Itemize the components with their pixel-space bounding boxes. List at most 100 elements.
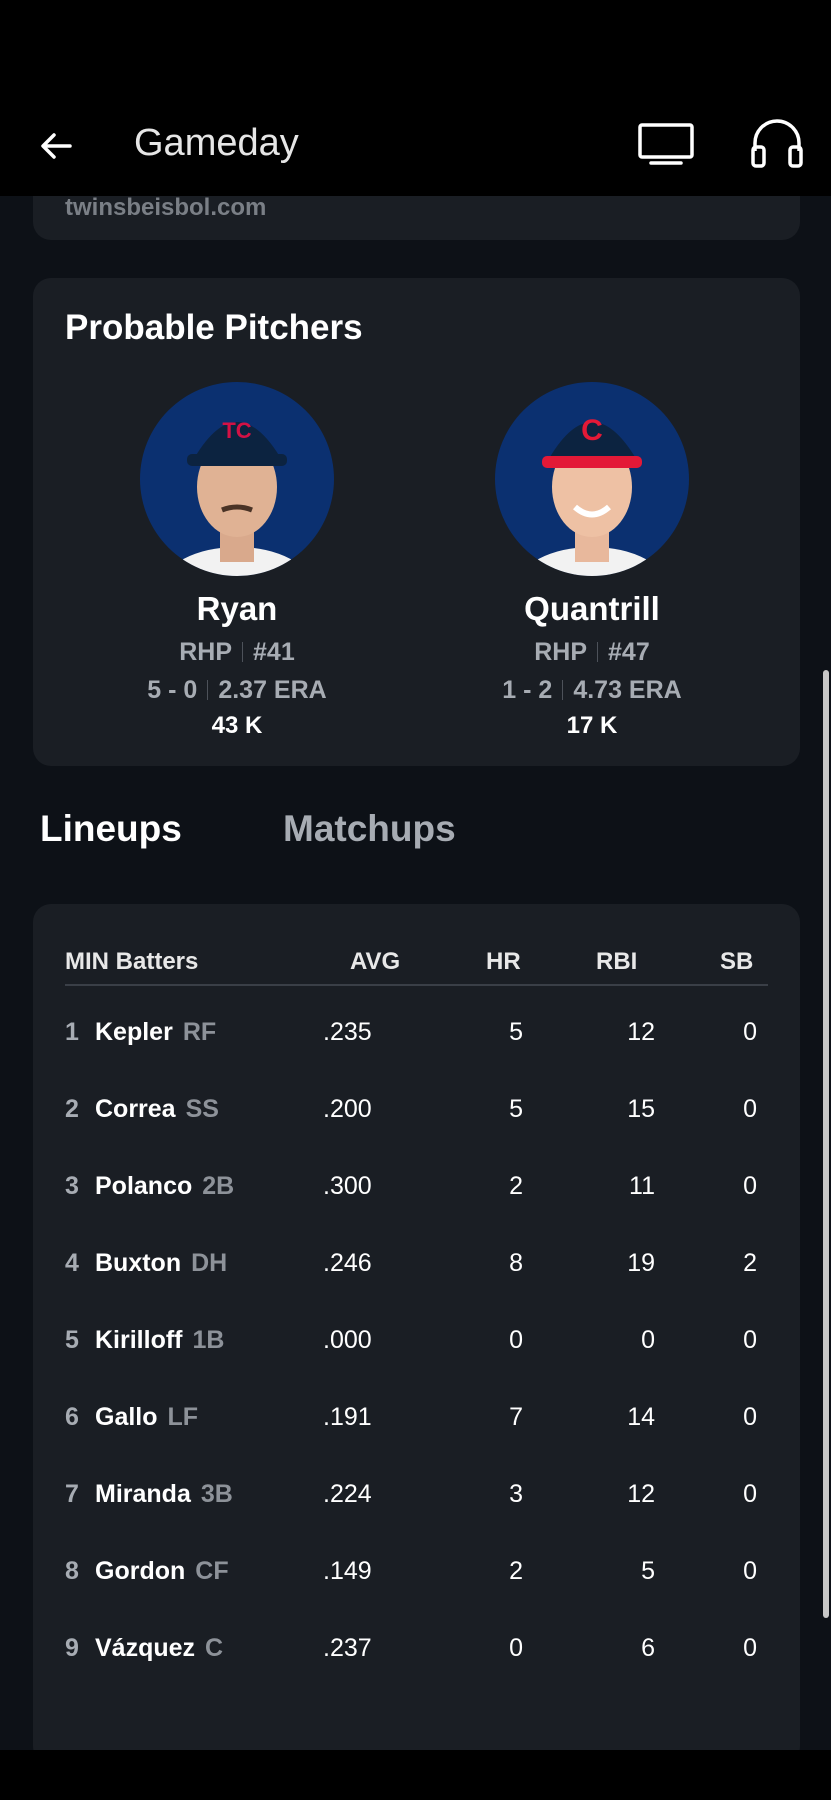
pitcher-away[interactable]: C Quantrill RHP #47 1 - 2 4.73 ERA 17 K [442, 382, 742, 740]
lineup-row[interactable]: 7 Miranda 3B .224 3 12 0 [65, 1458, 768, 1535]
batting-order: 6 [65, 1403, 79, 1431]
batter-rbi: 14 [627, 1403, 655, 1431]
batter-avg: .235 [323, 1018, 372, 1046]
batting-order: 7 [65, 1480, 79, 1508]
website-link[interactable]: twinsbeisbol.com [65, 196, 266, 222]
batter-name-wrap: Buxton DH [95, 1249, 227, 1278]
batter-position: 1B [192, 1326, 225, 1354]
app-bar: Gameday [0, 100, 831, 196]
header-hr[interactable]: HR [486, 948, 521, 976]
batter-name: Gordon [95, 1557, 186, 1585]
lineup-row[interactable]: 5 Kirilloff 1B .000 0 0 0 [65, 1304, 768, 1381]
batter-rbi: 12 [627, 1480, 655, 1508]
pitcher-number: #41 [253, 638, 295, 666]
batter-sb: 0 [743, 1095, 757, 1123]
batter-name: Kepler [95, 1018, 173, 1046]
scrollbar[interactable] [823, 670, 829, 1618]
lineup-row[interactable]: 8 Gordon CF .149 2 5 0 [65, 1535, 768, 1612]
pitcher-name: Quantrill [524, 590, 660, 627]
batter-avg: .149 [323, 1557, 372, 1585]
lineup-row[interactable]: 1 Kepler RF .235 5 12 0 [65, 996, 768, 1073]
batter-name-wrap: Miranda 3B [95, 1480, 233, 1509]
batter-hr: 5 [509, 1095, 523, 1123]
batting-order: 5 [65, 1326, 79, 1354]
batter-name-wrap: Kirilloff 1B [95, 1326, 224, 1355]
batter-avg: .300 [323, 1172, 372, 1200]
back-button[interactable] [30, 120, 82, 172]
lineup-row[interactable]: 2 Correa SS .200 5 15 0 [65, 1073, 768, 1150]
lineup-row[interactable]: 4 Buxton DH .246 8 19 2 [65, 1227, 768, 1304]
lineup-row[interactable]: 9 Vázquez C .237 0 6 0 [65, 1612, 768, 1689]
batting-order: 9 [65, 1634, 79, 1662]
batter-name-wrap: Vázquez C [95, 1634, 223, 1663]
divider [242, 642, 244, 662]
batter-sb: 0 [743, 1172, 757, 1200]
system-nav-bar [0, 1750, 831, 1800]
pitcher-record-line: 1 - 2 4.73 ERA [442, 676, 742, 704]
status-bar [0, 0, 831, 100]
batter-hr: 3 [509, 1480, 523, 1508]
batter-avg: .200 [323, 1095, 372, 1123]
batter-name: Polanco [95, 1172, 193, 1200]
pitcher-record: 5 - 0 [147, 676, 198, 704]
batter-rbi: 0 [641, 1326, 655, 1354]
lineup-row[interactable]: 6 Gallo LF .191 7 14 0 [65, 1381, 768, 1458]
batter-name-wrap: Correa SS [95, 1095, 219, 1124]
batter-name-wrap: Kepler RF [95, 1018, 216, 1047]
lineup-table-header: MIN Batters AVG HR RBI SB [65, 936, 768, 986]
batter-name: Gallo [95, 1403, 158, 1431]
batter-position: C [205, 1634, 224, 1662]
pitcher-strikeouts: 43 K [211, 712, 263, 739]
divider [597, 642, 599, 662]
tv-button[interactable] [632, 114, 700, 174]
lineup-row[interactable]: 3 Polanco 2B .300 2 11 0 [65, 1150, 768, 1227]
pitcher-record-line: 5 - 0 2.37 ERA [87, 676, 387, 704]
batter-hr: 7 [509, 1403, 523, 1431]
batter-hr: 2 [509, 1172, 523, 1200]
pitcher-era: 2.37 ERA [218, 676, 327, 704]
batter-position: RF [182, 1018, 217, 1046]
header-batters: MIN Batters [65, 948, 199, 975]
batting-order: 8 [65, 1557, 79, 1585]
pitcher-home[interactable]: TC Ryan RHP #41 5 - 0 2.37 ERA 43 K [87, 382, 387, 740]
content-scroll[interactable]: twinsbeisbol.com Probable Pitchers TC Ry… [0, 196, 831, 1750]
headphones-icon [751, 119, 803, 168]
batter-sb: 0 [743, 1403, 757, 1431]
batter-name: Vázquez [95, 1634, 196, 1662]
batter-name-wrap: Gordon CF [95, 1557, 229, 1586]
pitcher-strikeouts: 17 K [566, 712, 618, 739]
batting-order: 3 [65, 1172, 79, 1200]
svg-text:TC: TC [222, 418, 251, 443]
batter-name: Miranda [95, 1480, 191, 1508]
batter-sb: 0 [743, 1557, 757, 1585]
batter-avg: .246 [323, 1249, 372, 1277]
pitcher-throws: RHP [534, 638, 588, 666]
batter-name-wrap: Gallo LF [95, 1403, 198, 1432]
batting-order: 2 [65, 1095, 79, 1123]
header-rbi[interactable]: RBI [596, 948, 637, 976]
batter-sb: 0 [743, 1018, 757, 1046]
pitcher-info: RHP #47 [442, 638, 742, 666]
audio-button[interactable] [744, 110, 810, 176]
tab-lineups[interactable]: Lineups [40, 808, 182, 850]
batter-hr: 8 [509, 1249, 523, 1277]
batter-avg: .237 [323, 1634, 372, 1662]
batter-avg: .224 [323, 1480, 372, 1508]
batter-hr: 2 [509, 1557, 523, 1585]
batter-rbi: 15 [627, 1095, 655, 1123]
pitcher-number: #47 [608, 638, 650, 666]
header-avg[interactable]: AVG [350, 948, 400, 976]
pitcher-avatar: C [495, 382, 689, 576]
tab-matchups[interactable]: Matchups [283, 808, 456, 850]
batter-avg: .000 [323, 1326, 372, 1354]
batter-hr: 5 [509, 1018, 523, 1046]
pitcher-info: RHP #41 [87, 638, 387, 666]
pitcher-record: 1 - 2 [502, 676, 553, 704]
batter-name-wrap: Polanco 2B [95, 1172, 234, 1201]
batting-order: 1 [65, 1018, 79, 1046]
batter-sb: 2 [743, 1249, 757, 1277]
section-title: Probable Pitchers [65, 308, 363, 347]
batter-position: SS [185, 1095, 219, 1123]
header-sb[interactable]: SB [720, 948, 753, 976]
batter-rbi: 6 [641, 1634, 655, 1662]
